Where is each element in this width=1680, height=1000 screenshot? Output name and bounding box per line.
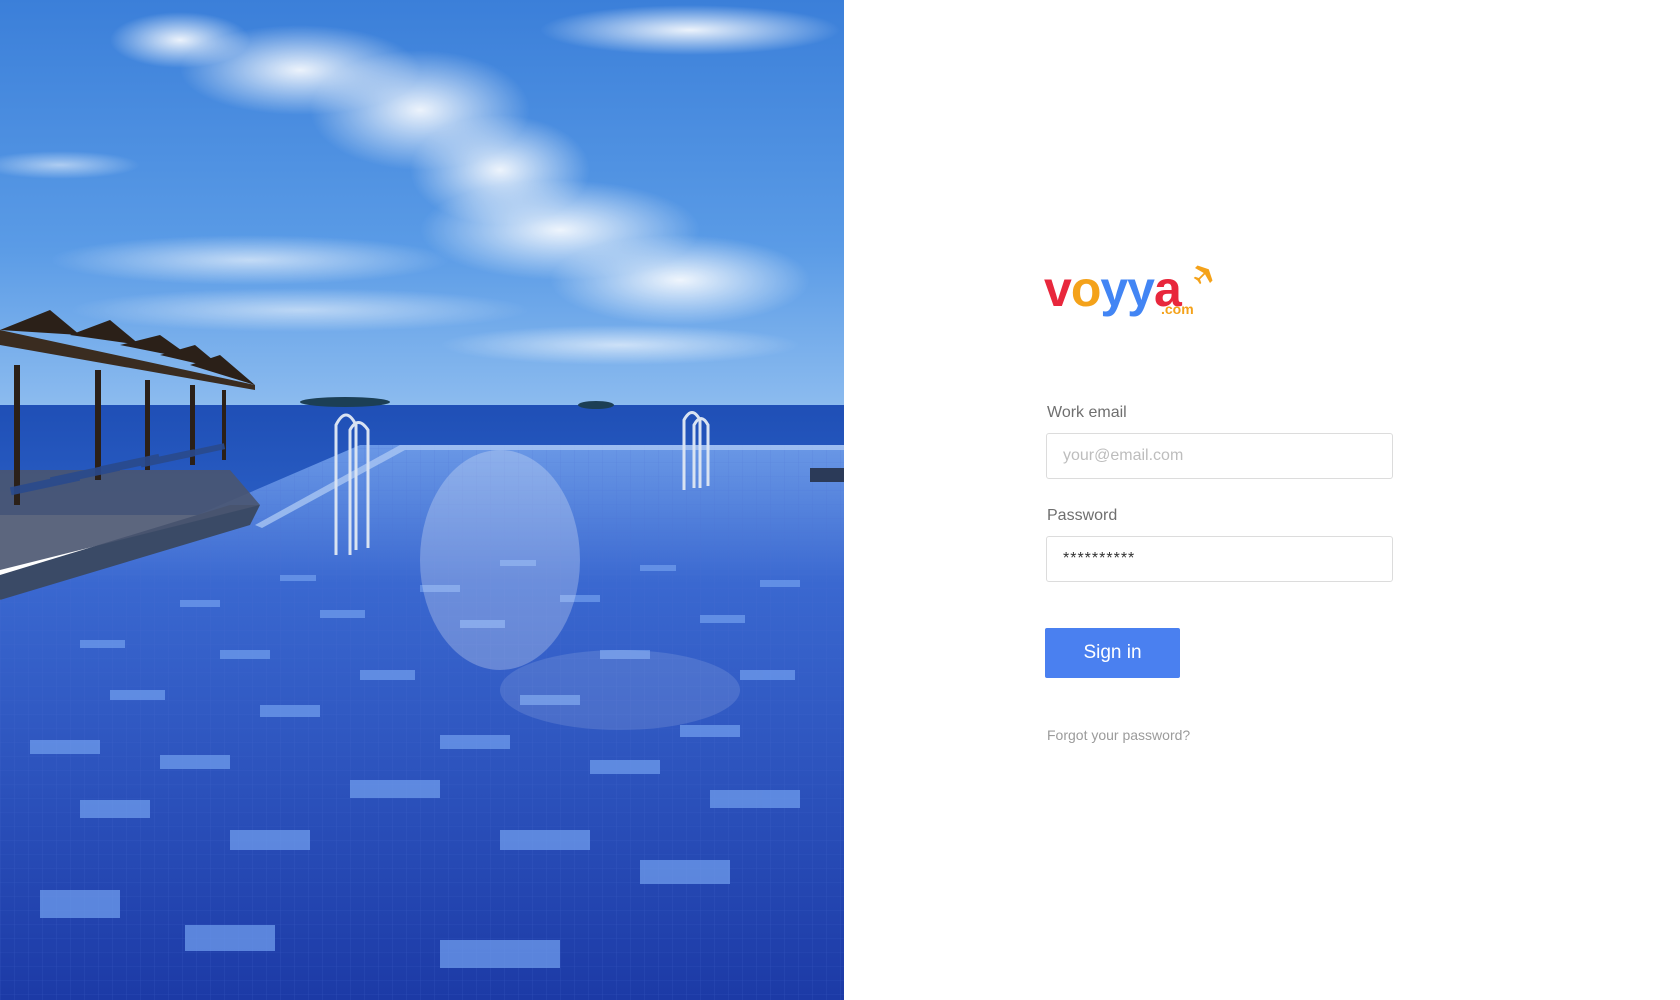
login-panel xyxy=(844,0,1680,1000)
password-field[interactable]: ********** xyxy=(1046,536,1393,582)
hero-image xyxy=(0,0,844,1000)
login-page: voyya .com Work email Password *********… xyxy=(0,0,1680,1000)
logo-suffix: .com xyxy=(1161,301,1194,317)
logo-letter: y xyxy=(1127,261,1155,317)
email-field[interactable] xyxy=(1046,433,1393,479)
forgot-password-link[interactable]: Forgot your password? xyxy=(1047,726,1190,744)
logo-letter: o xyxy=(1070,261,1102,317)
password-label: Password xyxy=(1047,507,1118,524)
logo-letter: v xyxy=(1044,261,1072,317)
email-label: Work email xyxy=(1047,404,1127,421)
sign-in-button[interactable]: Sign in xyxy=(1045,628,1180,678)
airplane-icon xyxy=(1193,261,1217,285)
voyya-logo: voyya .com xyxy=(1044,258,1219,320)
logo-letter: y xyxy=(1100,261,1128,317)
